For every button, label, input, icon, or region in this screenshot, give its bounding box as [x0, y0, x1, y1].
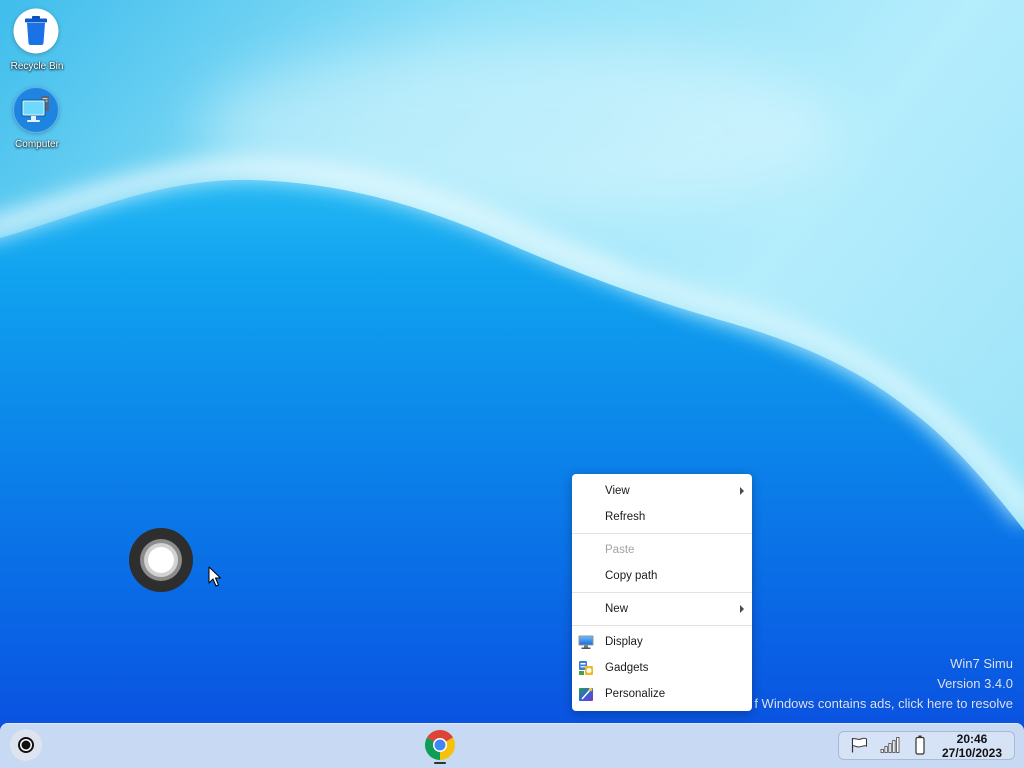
activation-watermark: Win7 Simu Version 3.4.0 f Windows contai… — [754, 654, 1013, 714]
system-tray: 20:46 27/10/2023 — [838, 731, 1015, 760]
display-icon — [578, 635, 594, 649]
desktop-icon-computer[interactable]: Computer — [4, 87, 70, 153]
computer-icon — [13, 87, 59, 133]
submenu-arrow-icon — [740, 605, 744, 613]
menu-item-display[interactable]: Display — [572, 629, 752, 655]
menu-item-new[interactable]: New — [572, 596, 752, 622]
assistive-touch-icon[interactable] — [129, 528, 193, 592]
menu-item-label: New — [605, 603, 629, 615]
desktop-wallpaper — [0, 0, 1024, 768]
menu-item-label: Refresh — [605, 511, 646, 523]
desktop-icon-label: Recycle Bin — [10, 61, 64, 72]
menu-item-label: Paste — [605, 544, 635, 556]
menu-item-label: View — [605, 485, 630, 497]
menu-item-view[interactable]: View — [572, 478, 752, 504]
menu-item-label: Display — [605, 636, 643, 648]
flag-icon[interactable] — [850, 737, 868, 753]
clock-date: 27/10/2023 — [941, 746, 1003, 760]
menu-separator — [572, 592, 752, 593]
watermark-ads-notice-link[interactable]: f Windows contains ads, click here to re… — [754, 694, 1013, 714]
desktop-icon-label: Computer — [15, 139, 59, 150]
signal-bars-icon[interactable] — [880, 737, 900, 753]
battery-icon[interactable] — [915, 735, 925, 755]
desktop-context-menu: View Refresh Paste Copy path New Display… — [572, 474, 752, 711]
menu-separator — [572, 625, 752, 626]
menu-separator — [572, 533, 752, 534]
menu-item-paste: Paste — [572, 537, 752, 563]
menu-item-label: Gadgets — [605, 662, 649, 674]
menu-item-label: Personalize — [605, 688, 666, 700]
chrome-icon[interactable] — [424, 729, 456, 761]
submenu-arrow-icon — [740, 487, 744, 495]
watermark-title: Win7 Simu — [950, 656, 1013, 671]
menu-item-personalize[interactable]: Personalize — [572, 681, 752, 707]
start-button[interactable] — [10, 729, 42, 761]
desktop-icon-recycle-bin[interactable]: Recycle Bin — [4, 8, 70, 74]
personalize-icon — [579, 687, 593, 701]
menu-item-gadgets[interactable]: Gadgets — [572, 655, 752, 681]
recycle-bin-icon — [13, 8, 59, 54]
taskbar: 20:46 27/10/2023 — [0, 723, 1024, 768]
gadgets-icon — [579, 661, 593, 675]
mouse-cursor-icon — [208, 566, 221, 587]
running-app-indicator — [434, 762, 446, 764]
start-orb-icon — [18, 737, 34, 753]
clock-time: 20:46 — [956, 732, 988, 746]
menu-item-label: Copy path — [605, 570, 658, 582]
watermark-version: Version 3.4.0 — [937, 676, 1013, 691]
menu-item-refresh[interactable]: Refresh — [572, 504, 752, 530]
menu-item-copy-path[interactable]: Copy path — [572, 563, 752, 589]
tray-clock[interactable]: 20:46 27/10/2023 — [936, 732, 1008, 760]
